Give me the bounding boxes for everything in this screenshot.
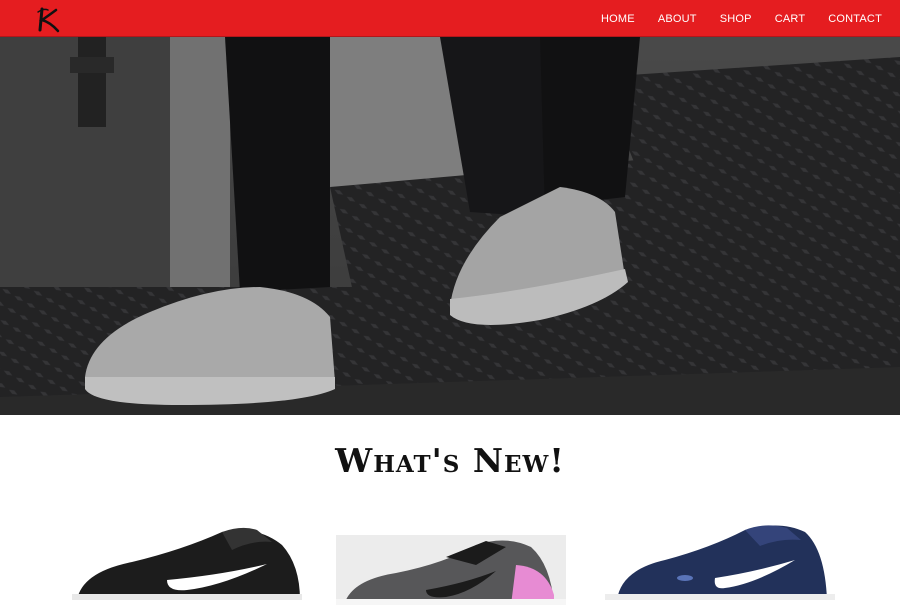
nav-about-link[interactable]: ABOUT — [658, 13, 697, 25]
navy-nike-sneaker-image — [605, 525, 835, 600]
main-nav: HOME ABOUT SHOP CART CONTACT — [601, 0, 882, 37]
nav-cart-link[interactable]: CART — [775, 13, 806, 25]
black-nike-sneaker-image — [72, 527, 302, 600]
brand-logo[interactable] — [34, 4, 64, 34]
new-products-row — [0, 520, 900, 605]
hero-sneakers-image — [0, 37, 900, 415]
product-card[interactable] — [336, 530, 566, 610]
grey-pink-nike-sneaker-image — [336, 535, 566, 605]
whats-new-heading: What's New! — [335, 441, 565, 480]
nav-shop-link[interactable]: SHOP — [720, 13, 752, 25]
nav-home-link[interactable]: HOME — [601, 13, 635, 25]
hero-banner — [0, 37, 900, 415]
product-card[interactable] — [605, 520, 835, 600]
nav-contact-link[interactable]: CONTACT — [828, 13, 882, 25]
top-navbar: HOME ABOUT SHOP CART CONTACT — [0, 0, 900, 37]
k-logo-icon — [37, 7, 60, 33]
product-card[interactable] — [72, 520, 302, 600]
